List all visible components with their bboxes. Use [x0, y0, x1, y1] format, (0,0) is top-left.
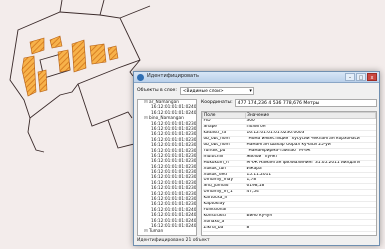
maximize-button[interactable]: □	[356, 73, 366, 81]
table-row[interactable]: Zikrla_ba 8	[202, 225, 376, 232]
field-name-cell: Zikrla_ba	[202, 225, 246, 232]
table-row[interactable]: Hukukum_h МЧЖ Наманган филиалининг 31.05.…	[202, 160, 376, 167]
field-value-cell: 8	[245, 225, 376, 232]
identify-dialog: Идентифицировать – □ x Объекты в слое: <…	[133, 71, 380, 246]
status-text: Идентифицировано 21 объект	[137, 238, 210, 243]
minimize-button[interactable]: –	[345, 73, 355, 81]
dialog-title: Идентифицировать	[147, 73, 199, 80]
close-button[interactable]: x	[367, 73, 377, 81]
objects-label: Объекты в слое:	[137, 88, 177, 94]
table-row[interactable]: ob_obt_nom "Нома инвестиция" хусусий чекл…	[202, 136, 376, 143]
field-value-cell: МЧЖ Наманган филиалининг 31.05.2011 йилд…	[245, 160, 376, 167]
results-tree[interactable]: ar_Namangan16:12:01:01:01:024016:12:01:0…	[137, 99, 197, 236]
layer-select[interactable]: <Видимые слои>	[179, 87, 254, 95]
tree-layer-node[interactable]: Tuman	[139, 229, 195, 235]
coords-field[interactable]: 477 174,236 4 536 778,676 Метры	[234, 98, 377, 107]
coords-label: Координаты:	[201, 99, 233, 105]
dialog-titlebar[interactable]: Идентифицировать – □ x	[134, 72, 379, 83]
info-icon	[137, 73, 144, 81]
attribute-grid[interactable]: Поле Значение FID 300 Shape Полигон kadastr_…	[201, 111, 377, 236]
field-value-cell: "Нома инвестиция" хусусий чекланган корх…	[245, 136, 376, 143]
